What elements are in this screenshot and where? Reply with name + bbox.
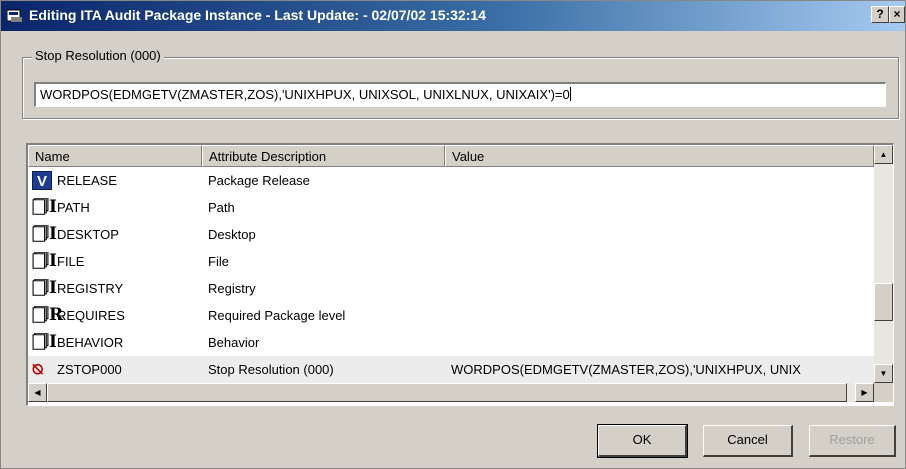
- table-row[interactable]: 🗍I BEHAVIOR Behavior: [28, 329, 874, 356]
- cell-name: 🗍I BEHAVIOR: [28, 333, 202, 352]
- attribute-name: REGISTRY: [57, 281, 124, 296]
- required-attribute-icon: 🗍R: [32, 306, 64, 325]
- vertical-scrollbar[interactable]: ▲ ▼: [874, 145, 893, 383]
- cell-name: 🗍I REGISTRY: [28, 279, 202, 298]
- column-header-value[interactable]: Value: [445, 145, 874, 167]
- close-button[interactable]: ×: [889, 6, 905, 23]
- attribute-name: ZSTOP000: [57, 362, 122, 377]
- attribute-description: Registry: [208, 281, 256, 296]
- attribute-description: Behavior: [208, 335, 260, 350]
- attribute-icon: 🗍I: [32, 333, 57, 352]
- app-icon: [7, 9, 22, 22]
- attribute-icon: 🗍I: [32, 198, 57, 217]
- cell-name: 🗍I DESKTOP: [28, 225, 202, 244]
- attribute-name: RELEASE: [57, 173, 117, 188]
- cell-name: 🗍R REQUIRES: [28, 306, 202, 325]
- text-caret: [569, 87, 571, 101]
- table-row[interactable]: 🗍I FILE File: [28, 248, 874, 275]
- scroll-up-button[interactable]: ▲: [874, 145, 893, 164]
- cell-name: V RELEASE: [28, 171, 202, 190]
- scroll-down-button[interactable]: ▼: [874, 364, 893, 383]
- stop-expression-text: WORDPOS(EDMGETV(ZMASTER,ZOS),'UNIXHPUX, …: [40, 87, 570, 102]
- stop-expression-input[interactable]: WORDPOS(EDMGETV(ZMASTER,ZOS),'UNIXHPUX, …: [34, 82, 886, 107]
- cell-name: 🗍I PATH: [28, 198, 202, 217]
- attribute-name: PATH: [57, 200, 90, 215]
- attribute-description: File: [208, 254, 229, 269]
- table-row[interactable]: 🗍R REQUIRES Required Package level: [28, 302, 874, 329]
- attribute-name: BEHAVIOR: [57, 335, 124, 350]
- attribute-description: Package Release: [208, 173, 310, 188]
- cancel-button[interactable]: Cancel: [703, 425, 793, 457]
- attribute-list[interactable]: Name Attribute Description Value V RELEAS…: [26, 143, 894, 406]
- window-title: Editing ITA Audit Package Instance - Las…: [29, 7, 486, 23]
- dialog-window: Editing ITA Audit Package Instance - Las…: [0, 0, 906, 469]
- scroll-left-button[interactable]: ◀: [28, 383, 47, 402]
- v-badge-icon: V: [32, 171, 52, 190]
- stop-icon: ⦰: [32, 361, 44, 377]
- attribute-icon: 🗍I: [32, 225, 57, 244]
- cell-name: 🗍I FILE: [28, 252, 202, 271]
- attribute-value: WORDPOS(EDMGETV(ZMASTER,ZOS),'UNIXHPUX, …: [451, 362, 801, 377]
- title-bar[interactable]: Editing ITA Audit Package Instance - Las…: [1, 1, 905, 31]
- horizontal-scrollbar[interactable]: ◀ ▶: [28, 383, 874, 402]
- attribute-name: FILE: [57, 254, 85, 269]
- table-row[interactable]: V RELEASE Package Release: [28, 167, 874, 194]
- table-row[interactable]: 🗍I PATH Path: [28, 194, 874, 221]
- stop-resolution-label: Stop Resolution (000): [32, 48, 164, 63]
- table-row[interactable]: 🗍I REGISTRY Registry: [28, 275, 874, 302]
- attribute-name: DESKTOP: [57, 227, 119, 242]
- attribute-description: Desktop: [208, 227, 256, 242]
- scrollbar-corner: [874, 383, 893, 402]
- attribute-name: REQUIRES: [57, 308, 125, 323]
- table-row[interactable]: ⦰ ZSTOP000 Stop Resolution (000) WORDPOS(ED…: [28, 356, 874, 383]
- cell-name: ⦰ ZSTOP000: [28, 360, 202, 379]
- restore-button[interactable]: Restore: [809, 425, 896, 457]
- help-button[interactable]: ?: [871, 6, 889, 23]
- attribute-description: Path: [208, 200, 235, 215]
- column-header-name[interactable]: Name: [28, 145, 202, 167]
- attribute-icon: 🗍I: [32, 252, 57, 271]
- vertical-scroll-thumb[interactable]: [874, 283, 893, 321]
- list-rows: V RELEASE Package Release 🗍I PATH Path 🗍I DESKT…: [28, 167, 874, 383]
- table-row[interactable]: 🗍I DESKTOP Desktop: [28, 221, 874, 248]
- ok-button[interactable]: OK: [597, 424, 688, 458]
- attribute-description: Required Package level: [208, 308, 346, 323]
- list-header: Name Attribute Description Value: [28, 145, 874, 167]
- attribute-description: Stop Resolution (000): [208, 362, 334, 377]
- horizontal-scroll-thumb[interactable]: [47, 383, 847, 402]
- attribute-icon: 🗍I: [32, 279, 57, 298]
- column-header-description[interactable]: Attribute Description: [202, 145, 445, 167]
- scroll-right-button[interactable]: ▶: [855, 383, 874, 402]
